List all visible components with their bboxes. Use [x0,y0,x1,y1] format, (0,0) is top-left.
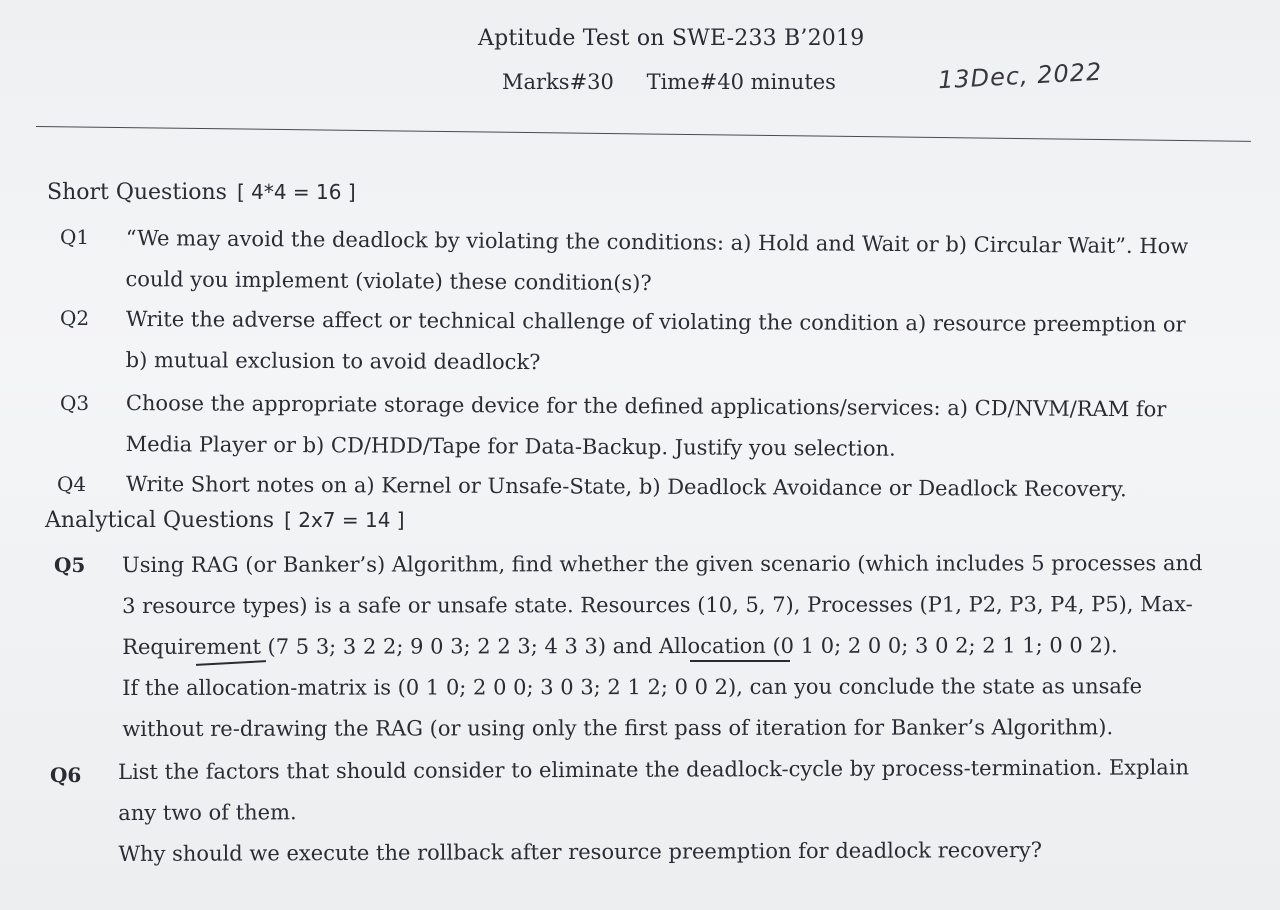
time-label: Time#40 minutes [646,70,836,94]
analytical-questions-heading: Analytical Questions [ 2x7 = 14 ] [45,508,405,533]
q6-label: Q6 [50,763,82,787]
q2-line: Write the adverse affect or technical ch… [125,306,1186,337]
q6-text: List the factors that should consider to… [118,747,1189,875]
q5-line: If the allocation-matrix is (0 1 0; 2 0 … [122,674,1143,700]
q5-line: Requirement (7 5 3; 3 2 2; 9 0 3; 2 2 3;… [122,633,1118,659]
q3-label: Q3 [60,391,90,415]
q5-line: 3 resource types) is a safe or unsafe st… [122,592,1193,618]
pen-underline [690,660,790,662]
q1-text: “We may avoid the deadlock by violating … [125,218,1188,308]
marks-label: Marks#30 [502,70,614,94]
q2-label: Q2 [60,306,90,330]
q5-text: Using RAG (or Banker’s) Algorithm, find … [122,543,1203,750]
header-divider [35,126,1251,142]
exam-paper: Aptitude Test on SWE-233 B’2019 Marks#30… [0,0,1280,910]
q6-line: List the factors that should consider to… [118,755,1190,784]
q2-line: b) mutual exclusion to avoid deadlock? [125,347,541,375]
q1-label: Q1 [60,225,90,249]
q2-text: Write the adverse affect or technical ch… [126,299,1186,387]
handwritten-date: 13Dec, 2022 [937,57,1103,95]
section-title: Analytical Questions [45,508,275,533]
q5-line: Using RAG (or Banker’s) Algorithm, find … [122,551,1203,577]
q3-line: Choose the appropriate storage device fo… [125,390,1167,422]
q4-text: Write Short notes on a) Kernel or Unsafe… [126,464,1127,510]
q4-line: Write Short notes on a) Kernel or Unsafe… [125,471,1127,502]
exam-meta: Marks#30 Time#40 minutes [502,70,836,94]
exam-title: Aptitude Test on SWE-233 B’2019 [478,26,865,51]
q5-label: Q5 [54,553,86,577]
section-marks: [ 4*4 = 16 ] [236,180,356,204]
q4-label: Q4 [57,472,87,496]
short-questions-heading: Short Questions [ 4*4 = 16 ] [47,180,356,205]
q6-line: Why should we execute the rollback after… [118,837,1043,866]
section-title: Short Questions [47,180,227,205]
q3-text: Choose the appropriate storage device fo… [125,383,1167,471]
q6-line: any two of them. [118,800,297,825]
q5-line: without re-drawing the RAG (or using onl… [122,715,1114,741]
section-marks: [ 2x7 = 14 ] [284,508,405,532]
